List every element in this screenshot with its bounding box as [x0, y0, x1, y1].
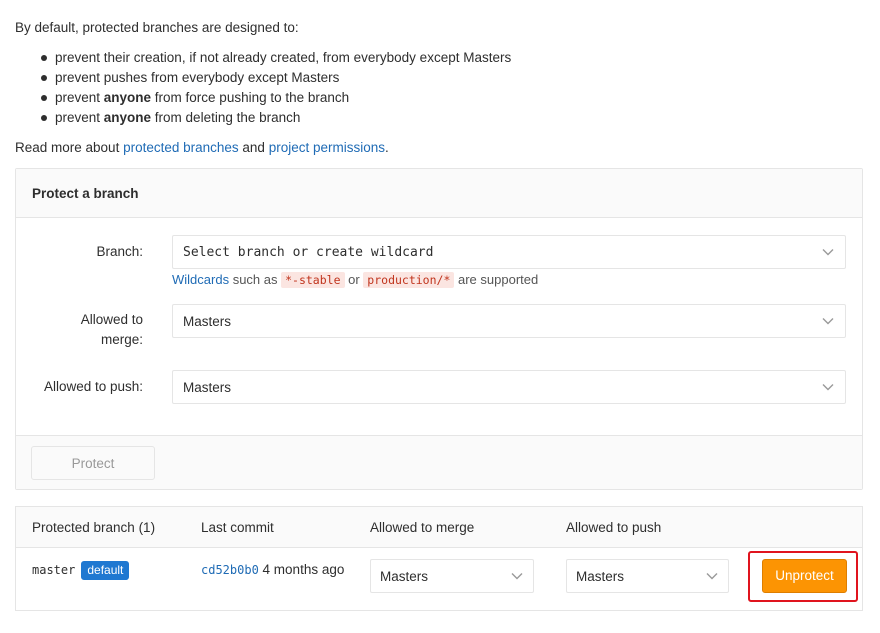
intro-section: By default, protected branches are desig…	[15, 18, 865, 158]
hint-text: such as	[229, 272, 282, 287]
column-header-branch: Protected branch (1)	[32, 520, 156, 535]
rule-text: prevent	[55, 90, 104, 105]
wildcards-link[interactable]: Wildcards	[172, 272, 229, 287]
protect-button[interactable]: Protect	[31, 446, 155, 480]
row-push-value: Masters	[576, 568, 625, 584]
commit-time: 4 months ago	[258, 562, 345, 577]
panel-footer: Protect	[16, 435, 862, 489]
read-more-text: .	[384, 140, 389, 155]
panel-title: Protect a branch	[16, 169, 862, 218]
wildcard-hint: Wildcards such as *-stable or production…	[172, 271, 538, 289]
protected-branches-link[interactable]: protected branches	[123, 140, 239, 155]
rule-emphasis: anyone	[103, 110, 152, 125]
unprotect-button[interactable]: Unprotect	[762, 559, 847, 593]
column-header-commit: Last commit	[201, 520, 274, 535]
intro-lead: By default, protected branches are desig…	[15, 20, 299, 35]
hint-text: or	[344, 272, 364, 287]
rule-text: prevent pushes from everybody except Mas…	[55, 70, 340, 85]
read-more-text: Read more about	[15, 140, 124, 155]
default-badge: default	[81, 561, 130, 580]
hint-text: are supported	[454, 272, 539, 287]
bullet-icon	[41, 55, 47, 61]
row-merge-value: Masters	[380, 568, 429, 584]
protected-branches-table: Protected branch (1) Last commit Allowed…	[15, 506, 863, 611]
project-permissions-link[interactable]: project permissions	[269, 140, 385, 155]
protect-branch-panel: Protect a branch Branch: Select branch o…	[15, 168, 863, 490]
wildcard-example-code: production/*	[363, 272, 455, 288]
branch-name: master	[32, 563, 76, 577]
read-more: Read more about protected branches and p…	[15, 138, 865, 158]
rule-text: prevent their creation, if not already c…	[55, 50, 512, 65]
merge-label-line: merge:	[100, 332, 143, 347]
rule-text: from deleting the branch	[151, 110, 301, 125]
default-rules-list: prevent their creation, if not already c…	[15, 48, 865, 128]
commit-sha-link[interactable]: cd52b0b0	[201, 563, 259, 577]
branch-cell: master default	[32, 561, 130, 580]
row-merge-select[interactable]: Masters	[370, 559, 534, 593]
branch-select-placeholder: Select branch or create wildcard	[183, 244, 434, 260]
push-label: Allowed to push:	[43, 379, 143, 394]
merge-access-select[interactable]: Masters	[172, 304, 846, 338]
bullet-icon	[41, 75, 47, 81]
merge-access-value: Masters	[183, 313, 232, 329]
push-access-select[interactable]: Masters	[172, 370, 846, 404]
wildcard-example-code: *-stable	[281, 272, 345, 288]
chevron-down-icon	[821, 245, 835, 259]
list-item: prevent pushes from everybody except Mas…	[41, 68, 865, 88]
push-access-value: Masters	[183, 379, 232, 395]
bullet-icon	[41, 95, 47, 101]
table-header: Protected branch (1) Last commit Allowed…	[16, 507, 862, 548]
column-header-push: Allowed to push	[566, 520, 662, 535]
read-more-text: and	[238, 140, 269, 155]
branch-select[interactable]: Select branch or create wildcard	[172, 235, 846, 269]
commit-cell: cd52b0b0 4 months ago	[201, 559, 351, 581]
merge-label-line: Allowed to	[80, 312, 143, 327]
list-item: prevent anyone from force pushing to the…	[41, 88, 865, 108]
row-push-select[interactable]: Masters	[566, 559, 729, 593]
chevron-down-icon	[821, 380, 835, 394]
list-item: prevent their creation, if not already c…	[41, 48, 865, 68]
chevron-down-icon	[510, 569, 524, 583]
branch-label: Branch:	[96, 244, 143, 259]
bullet-icon	[41, 115, 47, 121]
rule-text: from force pushing to the branch	[151, 90, 350, 105]
list-item: prevent anyone from deleting the branch	[41, 108, 865, 128]
chevron-down-icon	[821, 314, 835, 328]
merge-label: Allowed to merge:	[16, 310, 143, 350]
chevron-down-icon	[705, 569, 719, 583]
rule-emphasis: anyone	[103, 90, 152, 105]
column-header-merge: Allowed to merge	[370, 520, 475, 535]
rule-text: prevent	[55, 110, 104, 125]
